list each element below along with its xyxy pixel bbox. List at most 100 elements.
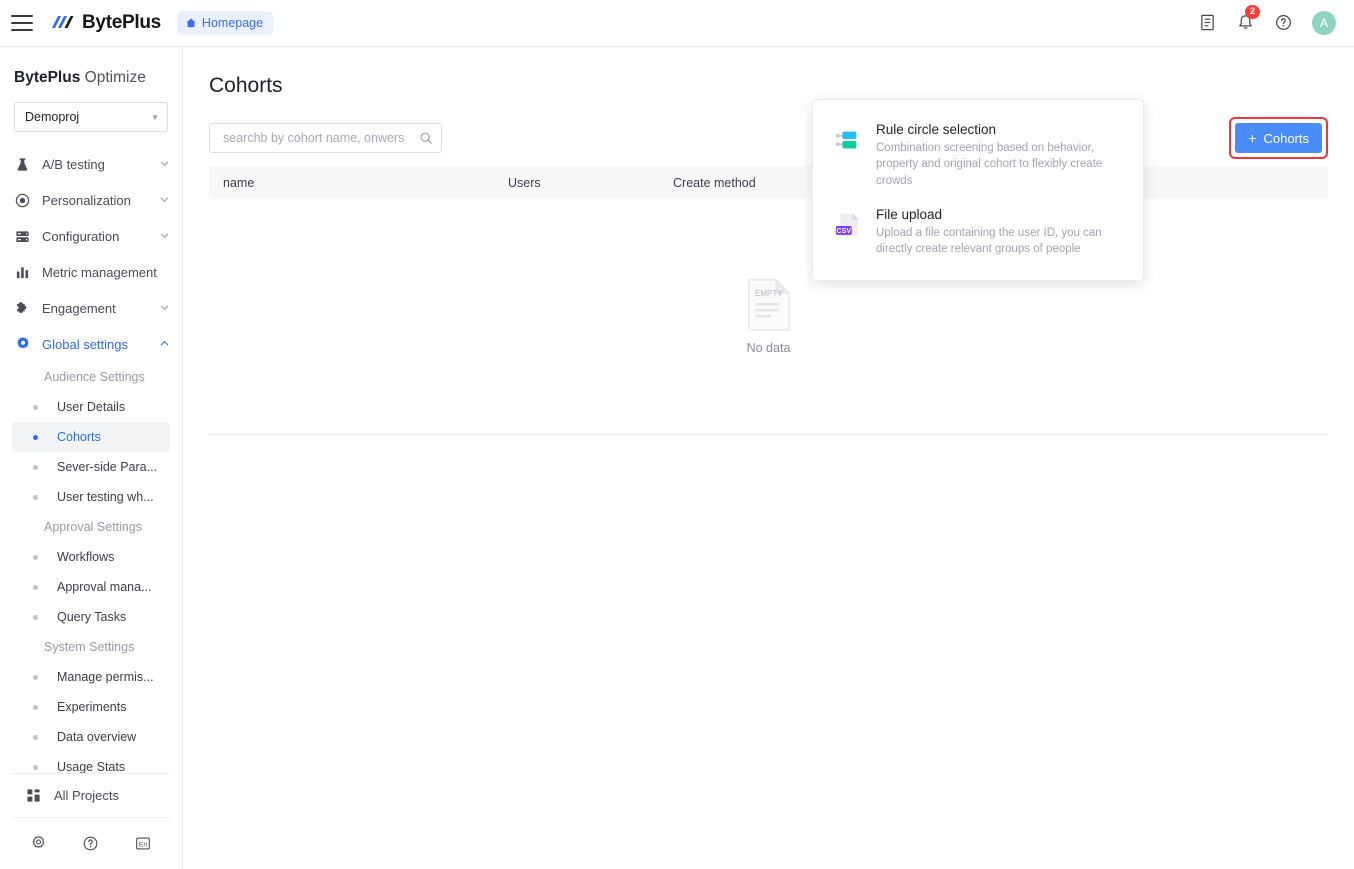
search-box[interactable] <box>209 123 442 153</box>
bullet-icon <box>33 434 38 440</box>
sidebar-item-all-projects[interactable]: All Projects <box>12 773 170 817</box>
sidebar-item-global-settings[interactable]: Global settings <box>0 326 182 362</box>
target-icon <box>14 192 31 209</box>
sidebar-subitem-label: Cohorts <box>57 430 101 444</box>
topbar-actions: 2 A <box>1198 5 1354 35</box>
sidebar-subitem-label: Query Tasks <box>57 610 127 624</box>
csv-file-icon: CSV <box>833 207 863 258</box>
sidebar-subitem-label: User Details <box>57 400 126 414</box>
sidebar-item-label: Configuration <box>42 228 120 244</box>
bullet-icon <box>33 734 38 740</box>
sidebar-item-label: Metric management <box>42 264 157 280</box>
home-icon <box>186 18 196 28</box>
project-selector-value: Demoproj <box>25 110 80 124</box>
sidebar-subitem-label: Approval mana... <box>57 580 152 594</box>
sidebar-subitem-label: Sever-side Para... <box>57 460 158 474</box>
sidebar-item-query-tasks[interactable]: Query Tasks <box>12 602 170 632</box>
add-cohorts-highlight: + Cohorts <box>1229 117 1328 159</box>
sidebar-item-engagement[interactable]: Engagement <box>0 290 182 326</box>
sidebar-item-label: A/B testing <box>42 156 105 172</box>
sidebar-item-personalization[interactable]: Personalization <box>0 182 182 218</box>
chevron-down-icon <box>159 229 170 244</box>
column-header-name[interactable]: name <box>209 176 494 190</box>
sidebar-title-light: Optimize <box>84 69 146 86</box>
bullet-icon <box>33 764 38 770</box>
bell-icon[interactable]: 2 <box>1236 5 1260 33</box>
sidebar-item-user-details[interactable]: User Details <box>12 392 170 422</box>
homepage-chip-label: Homepage <box>201 16 264 30</box>
chevron-down-icon: ▼ <box>151 112 159 122</box>
sidebar-item-label: Engagement <box>42 300 116 316</box>
sidebar-item-approval-mana[interactable]: Approval mana... <box>12 572 170 602</box>
dropdown-item-file-upload[interactable]: CSV File upload Upload a file containing… <box>813 198 1143 267</box>
table-header-row: name Users Create method Refresh <box>209 166 1328 199</box>
grid-icon <box>26 788 43 803</box>
help-circle-icon[interactable] <box>82 835 99 852</box>
sidebar-item-user-testing-wh[interactable]: User testing wh... <box>12 482 170 512</box>
sidebar-item-metric-management[interactable]: Metric management <box>0 254 182 290</box>
dropdown-item-description: Upload a file containing the user ID, yo… <box>876 226 1102 256</box>
column-header-users[interactable]: Users <box>494 176 659 190</box>
sidebar-group-audience-settings: Audience Settings <box>44 370 145 384</box>
homepage-chip[interactable]: Homepage <box>176 11 274 35</box>
bullet-icon <box>33 614 38 620</box>
cohorts-table: name Users Create method Refresh EMPTY N… <box>209 166 1328 434</box>
sidebar-title-bold: BytePlus <box>14 69 81 86</box>
bullet-icon <box>33 404 38 410</box>
plus-icon: + <box>1248 130 1257 146</box>
page-title: Cohorts <box>209 74 283 97</box>
docs-icon[interactable] <box>1198 13 1218 33</box>
dropdown-item-rule-circle-selection[interactable]: Rule circle selection Combination screen… <box>813 113 1143 198</box>
main-content: Cohorts + Cohorts name Users Create meth… <box>183 47 1354 869</box>
dropdown-item-text: File upload Upload a file containing the… <box>876 207 1127 258</box>
cohorts-toolbar: + Cohorts <box>209 117 1328 159</box>
gear-icon <box>14 336 31 353</box>
sidebar-item-server-side-para[interactable]: Sever-side Para... <box>12 452 170 482</box>
settings-gear-icon[interactable] <box>30 835 47 852</box>
sidebar-item-ab-testing[interactable]: A/B testing <box>0 146 182 182</box>
sidebar-item-manage-permissions[interactable]: Manage permis... <box>12 662 170 692</box>
sidebar-item-cohorts[interactable]: Cohorts <box>12 422 170 452</box>
search-icon[interactable] <box>419 131 433 145</box>
avatar-initial: A <box>1319 16 1328 30</box>
project-selector[interactable]: Demoproj ▼ <box>14 102 168 132</box>
sidebar-group-approval-settings: Approval Settings <box>44 520 142 534</box>
sidebar-footer: En <box>12 817 170 869</box>
sidebar-subitem-label: Manage permis... <box>57 670 154 684</box>
chevron-up-icon <box>159 337 170 352</box>
help-icon[interactable] <box>1274 13 1294 33</box>
bar-chart-icon <box>14 264 31 281</box>
sidebar-subitem-label: User testing wh... <box>57 490 154 504</box>
sidebar-item-experiments[interactable]: Experiments <box>12 692 170 722</box>
sidebar-item-configuration[interactable]: Configuration <box>0 218 182 254</box>
sidebar-item-data-overview[interactable]: Data overview <box>12 722 170 752</box>
bullet-icon <box>33 704 38 710</box>
sidebar-subitem-label: Data overview <box>57 730 137 744</box>
sidebar-subitem-label: Usage Stats <box>57 760 126 773</box>
avatar[interactable]: A <box>1312 11 1336 35</box>
empty-state: EMPTY No data <box>209 199 1328 434</box>
menu-icon[interactable] <box>11 15 33 31</box>
empty-icon-text: EMPTY <box>755 289 783 298</box>
all-projects-label: All Projects <box>54 788 120 803</box>
svg-text:En: En <box>139 841 148 848</box>
dropdown-item-title: File upload <box>876 206 943 222</box>
add-cohorts-button[interactable]: + Cohorts <box>1235 123 1322 153</box>
bullet-icon <box>33 494 38 500</box>
sidebar-subitem-label: Workflows <box>57 550 115 564</box>
search-input[interactable] <box>221 130 419 146</box>
bullet-icon <box>33 674 38 680</box>
byteplus-mark-icon <box>52 15 74 28</box>
puzzle-icon <box>14 300 31 317</box>
sidebar-nav: A/B testing Personalization Configuratio… <box>0 146 182 773</box>
chevron-down-icon <box>159 301 170 316</box>
language-en-icon[interactable]: En <box>134 835 152 852</box>
sidebar-item-usage-stats[interactable]: Usage Stats <box>12 752 170 773</box>
chevron-down-icon <box>159 193 170 208</box>
add-cohorts-label: Cohorts <box>1263 130 1309 146</box>
dropdown-item-text: Rule circle selection Combination screen… <box>876 122 1127 189</box>
flask-icon <box>14 156 31 173</box>
bullet-icon <box>33 554 38 560</box>
sidebar-item-workflows[interactable]: Workflows <box>12 542 170 572</box>
empty-state-label: No data <box>746 340 791 355</box>
